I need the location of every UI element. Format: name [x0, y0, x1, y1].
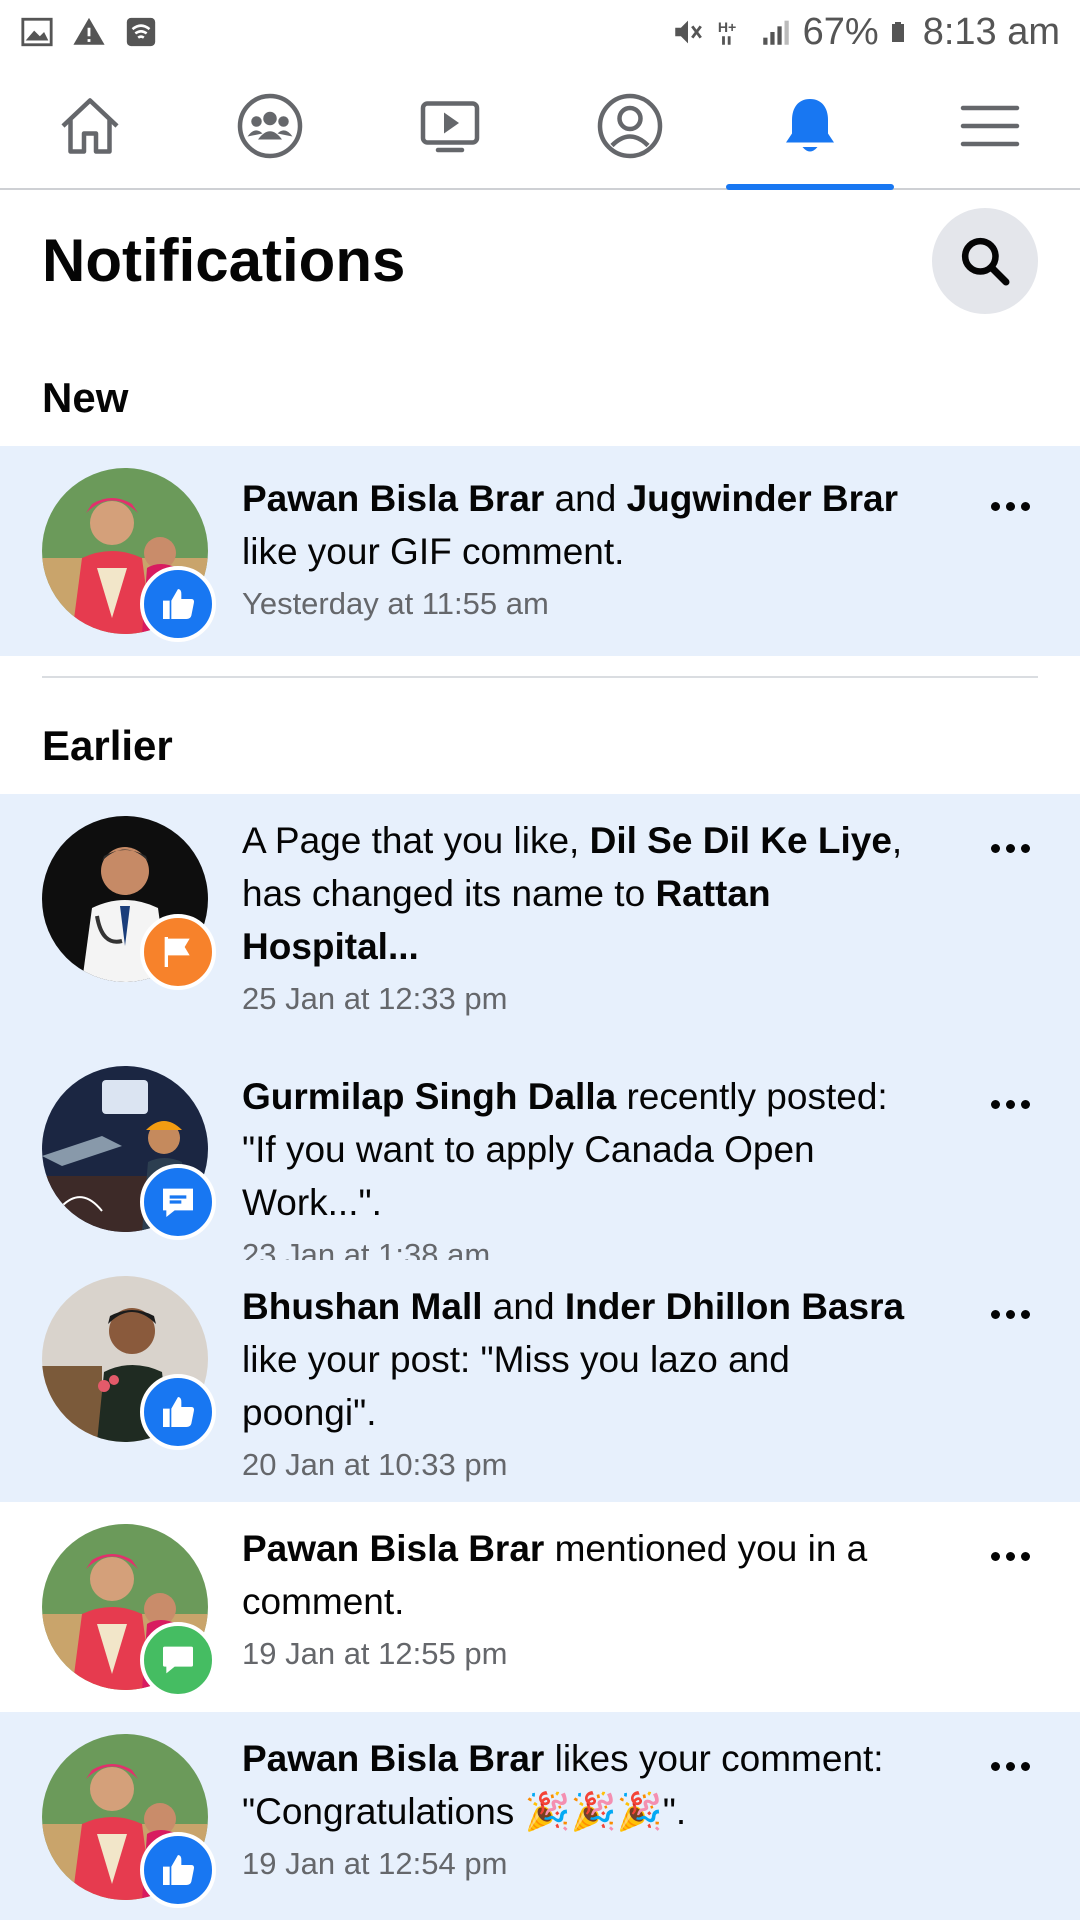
avatar-wrap — [42, 468, 216, 642]
tab-groups[interactable] — [180, 64, 360, 188]
wifi-icon — [126, 17, 156, 47]
notification-item[interactable]: Bhushan Mall and Inder Dhillon Basra lik… — [0, 1260, 1080, 1502]
avatar-wrap — [42, 1276, 216, 1450]
like-icon — [140, 1374, 216, 1450]
status-bar: H+ 67% 8:13 am — [0, 0, 1080, 64]
actor-name: Pawan Bisla Brar — [242, 1528, 545, 1569]
battery-icon — [891, 22, 904, 42]
clock: 8:13 am — [922, 10, 1060, 53]
actor-name: Gurmilap Singh Dalla — [242, 1076, 617, 1117]
notification-text: Bhushan Mall and Inder Dhillon Basra lik… — [242, 1280, 922, 1491]
actor-name: Inder Dhillon Basra — [564, 1286, 905, 1327]
notification-message: Bhushan Mall and Inder Dhillon Basra lik… — [242, 1286, 904, 1433]
avatar-wrap — [42, 1066, 216, 1240]
more-options-button[interactable] — [980, 828, 1040, 868]
like-icon — [140, 566, 216, 642]
actor-name: Bhushan Mall — [242, 1286, 483, 1327]
video-icon — [420, 101, 480, 153]
avatar-wrap — [42, 1734, 216, 1908]
tab-menu[interactable] — [900, 64, 1080, 188]
notification-item[interactable]: Gurmilap Singh Dalla recently posted: "I… — [0, 1050, 1080, 1272]
divider — [42, 676, 1038, 678]
profile-icon — [597, 93, 663, 159]
like-icon — [140, 1832, 216, 1908]
comment-icon — [140, 1622, 216, 1698]
notification-text: Pawan Bisla Brar likes your comment: "Co… — [242, 1732, 922, 1890]
section-title-new: New — [42, 374, 129, 421]
notification-text: Gurmilap Singh Dalla recently posted: "I… — [242, 1070, 922, 1281]
search-icon — [961, 237, 1010, 286]
notification-time: 20 Jan at 10:33 pm — [242, 1447, 508, 1482]
gallery-icon — [21, 17, 53, 47]
tab-profile[interactable] — [540, 64, 720, 188]
notification-item[interactable]: Pawan Bisla Brar and Jugwinder Brar like… — [0, 446, 1080, 656]
network-type-icon: H+ — [717, 20, 736, 45]
search-button[interactable] — [932, 208, 1038, 314]
notification-message: Gurmilap Singh Dalla recently posted: "I… — [242, 1076, 888, 1223]
more-options-button[interactable] — [980, 1536, 1040, 1576]
battery-percentage: 67% — [802, 10, 879, 53]
notification-item[interactable]: Pawan Bisla Brar mentioned you in a comm… — [0, 1502, 1080, 1712]
home-icon — [61, 98, 119, 154]
message-part: like your GIF comment. — [242, 531, 625, 572]
tab-notifications[interactable] — [720, 64, 900, 190]
notification-text: A Page that you like, Dil Se Dil Ke Liye… — [242, 814, 922, 1025]
page-name: Dil Se Dil Ke Liye — [589, 820, 892, 861]
more-options-button[interactable] — [980, 1084, 1040, 1124]
tab-home[interactable] — [0, 64, 180, 188]
actor-name: Jugwinder Brar — [626, 478, 899, 519]
actor-name: Pawan Bisla Brar — [242, 1738, 545, 1779]
section-title-earlier: Earlier — [42, 722, 173, 769]
avatar-wrap — [42, 816, 216, 990]
message-part: A Page that you like, — [242, 820, 590, 861]
more-options-button[interactable] — [980, 1746, 1040, 1786]
flag-icon — [140, 914, 216, 990]
post-icon — [140, 1164, 216, 1240]
notification-item[interactable]: Pawan Bisla Brar likes your comment: "Co… — [0, 1712, 1080, 1920]
notification-message: Pawan Bisla Brar and Jugwinder Brar like… — [242, 478, 898, 572]
top-nav-bar — [0, 64, 1080, 190]
notification-time: 19 Jan at 12:55 pm — [242, 1636, 508, 1671]
notification-text: Pawan Bisla Brar mentioned you in a comm… — [242, 1522, 922, 1680]
notification-message: Pawan Bisla Brar mentioned you in a comm… — [242, 1528, 867, 1622]
bell-icon — [786, 99, 834, 152]
page-header: Notifications — [0, 190, 1080, 340]
notification-time: 19 Jan at 12:54 pm — [242, 1846, 508, 1881]
groups-icon — [237, 93, 303, 159]
tab-watch[interactable] — [360, 64, 540, 188]
signal-icon — [762, 20, 789, 45]
notification-text: Pawan Bisla Brar and Jugwinder Brar like… — [242, 472, 922, 630]
page-title: Notifications — [42, 227, 406, 294]
notification-message: A Page that you like, Dil Se Dil Ke Liye… — [242, 820, 902, 967]
more-options-button[interactable] — [980, 486, 1040, 526]
avatar-wrap — [42, 1524, 216, 1698]
message-part: and — [482, 1286, 565, 1327]
menu-icon — [960, 105, 1020, 147]
notification-message: Pawan Bisla Brar likes your comment: "Co… — [242, 1738, 884, 1832]
message-part: like your post: "Miss you lazo and poong… — [242, 1339, 790, 1433]
actor-name: Pawan Bisla Brar — [242, 478, 545, 519]
message-part: and — [544, 478, 627, 519]
notification-time: 25 Jan at 12:33 pm — [242, 981, 508, 1016]
warning-icon — [73, 17, 105, 45]
notification-time: Yesterday at 11:55 am — [242, 586, 549, 621]
svg-text:H+: H+ — [717, 20, 736, 36]
mute-icon — [674, 20, 702, 44]
notification-item[interactable]: A Page that you like, Dil Se Dil Ke Liye… — [0, 794, 1080, 1050]
more-options-button[interactable] — [980, 1294, 1040, 1334]
